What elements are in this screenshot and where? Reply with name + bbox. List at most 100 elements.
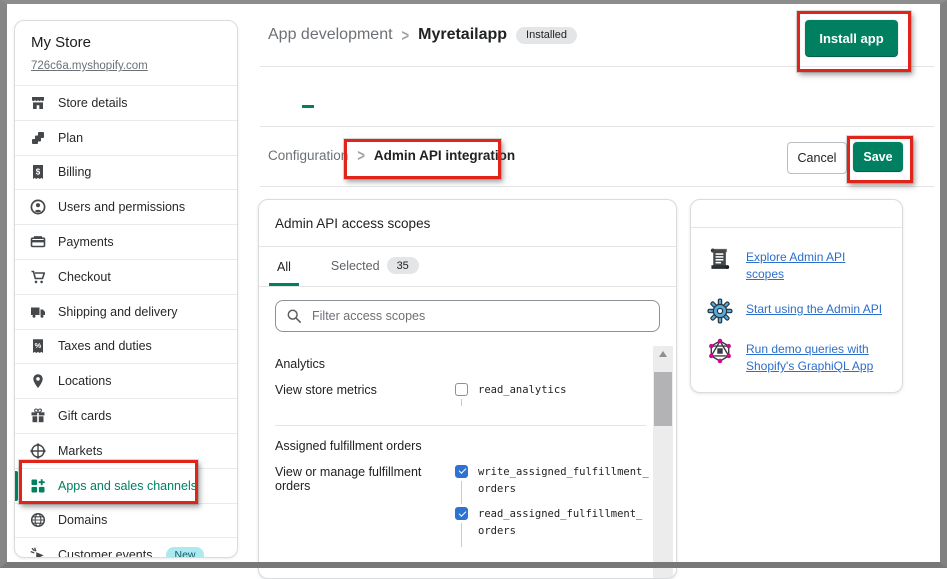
info-link-row[interactable]: Run demo queries with Shopify's GraphiQL… — [707, 338, 886, 376]
selected-count-badge: 35 — [387, 257, 419, 274]
customer-events-icon — [30, 547, 46, 558]
shipping-icon — [30, 304, 46, 320]
scroll-up-icon[interactable] — [653, 346, 673, 362]
checkout-icon — [30, 269, 46, 285]
info-link-row[interactable]: Explore Admin API scopes — [707, 246, 886, 284]
tab[interactable] — [378, 97, 382, 108]
scope-section-description: View store metrics — [275, 382, 455, 408]
payments-icon — [30, 234, 46, 250]
tab[interactable] — [268, 97, 272, 108]
scroll-icon — [707, 246, 733, 272]
svg-text:%: % — [35, 342, 42, 351]
scope-filter-tabs: All Selected 35 — [259, 246, 676, 287]
store-domain-link[interactable]: 726c6a.myshopify.com — [31, 60, 148, 72]
sidebar-item[interactable]: Locations — [15, 363, 237, 398]
sidebar-item[interactable]: Checkout — [15, 259, 237, 294]
config-breadcrumb: Configuration > Admin API integration — [268, 148, 515, 163]
breadcrumb: App development > Myretailapp Installed — [268, 26, 577, 44]
admin-api-access-scopes-card: Admin API access scopes All Selected 35 … — [258, 199, 677, 579]
apps-icon — [30, 478, 46, 494]
sidebar-item-label: Domains — [58, 513, 107, 527]
tab-all[interactable]: All — [269, 260, 299, 286]
tab-selected-label: Selected — [331, 259, 380, 273]
tab[interactable] — [344, 97, 348, 108]
markets-icon — [30, 443, 46, 459]
sidebar-item-label: Shipping and delivery — [58, 305, 178, 319]
cancel-button[interactable]: Cancel — [787, 142, 847, 174]
config-bar-divider — [260, 186, 934, 187]
scope-section: Analytics View store metrics read_analyt… — [275, 344, 646, 426]
scope-checkbox[interactable] — [455, 383, 468, 396]
domains-icon — [30, 512, 46, 528]
scope-section-description: View or manage fulfillment orders — [275, 464, 455, 549]
scope-id-label: read_analytics — [478, 382, 652, 399]
app-tabs — [268, 97, 382, 108]
sidebar-item-label: Apps and sales channels — [58, 479, 197, 493]
search-icon — [286, 308, 302, 324]
scrollbar-thumb[interactable] — [654, 372, 672, 426]
sidebar-item[interactable]: Users and permissions — [15, 189, 237, 224]
sidebar-item[interactable]: Shipping and delivery — [15, 294, 237, 329]
users-icon — [30, 199, 46, 215]
sidebar-item[interactable]: Gift cards — [15, 398, 237, 433]
scope-checkbox[interactable] — [455, 507, 468, 520]
save-button[interactable]: Save — [853, 142, 903, 172]
billing-icon: $ — [30, 164, 46, 180]
new-badge: New — [166, 547, 203, 558]
tabs-divider — [260, 126, 934, 127]
locations-icon — [30, 373, 46, 389]
sidebar-item-label: Customer events — [58, 548, 152, 558]
tab[interactable] — [302, 97, 314, 108]
sidebar-item[interactable]: $ Billing — [15, 155, 237, 190]
scope-section-name: Assigned fulfillment orders — [275, 439, 646, 453]
scope-checkbox[interactable] — [455, 465, 468, 478]
svg-text:$: $ — [36, 168, 41, 177]
settings-sidebar: My Store 726c6a.myshopify.com Store deta… — [14, 20, 238, 558]
plan-icon — [30, 130, 46, 146]
page-title: Myretailapp — [418, 26, 507, 44]
sidebar-item[interactable]: Store details — [15, 85, 237, 120]
info-link-label: Start using the Admin API — [746, 298, 882, 318]
sidebar-item-label: Taxes and duties — [58, 339, 152, 353]
scope-row: read_assigned_fulfillment_orders — [455, 506, 652, 540]
header-divider — [260, 66, 934, 67]
scope-section: Assigned fulfillment orders View or mana… — [275, 426, 646, 567]
gear-icon — [707, 298, 733, 324]
scope-section-name: Analytics — [275, 357, 646, 371]
chevron-right-icon: > — [402, 26, 410, 45]
breadcrumb-app-development[interactable]: App development — [268, 26, 393, 44]
scrollbar[interactable] — [653, 346, 673, 578]
sidebar-item[interactable]: Apps and sales channels — [15, 468, 237, 503]
info-link-label: Explore Admin API scopes — [746, 246, 886, 284]
gift-cards-icon — [30, 408, 46, 424]
scope-row: read_analytics — [455, 382, 652, 399]
chevron-right-icon: > — [357, 146, 365, 165]
sidebar-item[interactable]: Domains — [15, 503, 237, 538]
filter-scopes-input[interactable] — [310, 308, 649, 324]
installed-badge: Installed — [516, 27, 577, 44]
sidebar-item-label: Markets — [58, 444, 102, 458]
breadcrumb-admin-api-integration: Admin API integration — [374, 148, 515, 163]
info-link-row[interactable]: Start using the Admin API — [707, 298, 886, 324]
info-links: Explore Admin API scopes Start using the… — [691, 228, 902, 392]
tab-selected[interactable]: Selected 35 — [329, 257, 421, 286]
sidebar-item[interactable]: Customer events New — [15, 537, 237, 558]
graphql-icon — [707, 338, 733, 364]
settings-nav: Store details Plan $ Billing Users and p… — [15, 85, 237, 558]
sidebar-item-label: Locations — [58, 374, 112, 388]
sidebar-item-label: Payments — [58, 235, 114, 249]
info-paragraph — [691, 200, 902, 228]
taxes-icon: % — [30, 338, 46, 354]
filter-scopes-searchbar — [275, 300, 660, 332]
store-name: My Store — [31, 34, 221, 51]
sidebar-item[interactable]: Plan — [15, 120, 237, 155]
card-title: Admin API access scopes — [259, 200, 676, 246]
breadcrumb-configuration[interactable]: Configuration — [268, 148, 348, 163]
sidebar-item-label: Plan — [58, 131, 83, 145]
scopes-list: Analytics View store metrics read_analyt… — [259, 344, 676, 567]
sidebar-item[interactable]: % Taxes and duties — [15, 329, 237, 364]
sidebar-item[interactable]: Markets — [15, 433, 237, 468]
install-app-button[interactable]: Install app — [805, 20, 898, 57]
sidebar-item[interactable]: Payments — [15, 224, 237, 259]
scope-row: write_assigned_fulfillment_orders — [455, 464, 652, 498]
